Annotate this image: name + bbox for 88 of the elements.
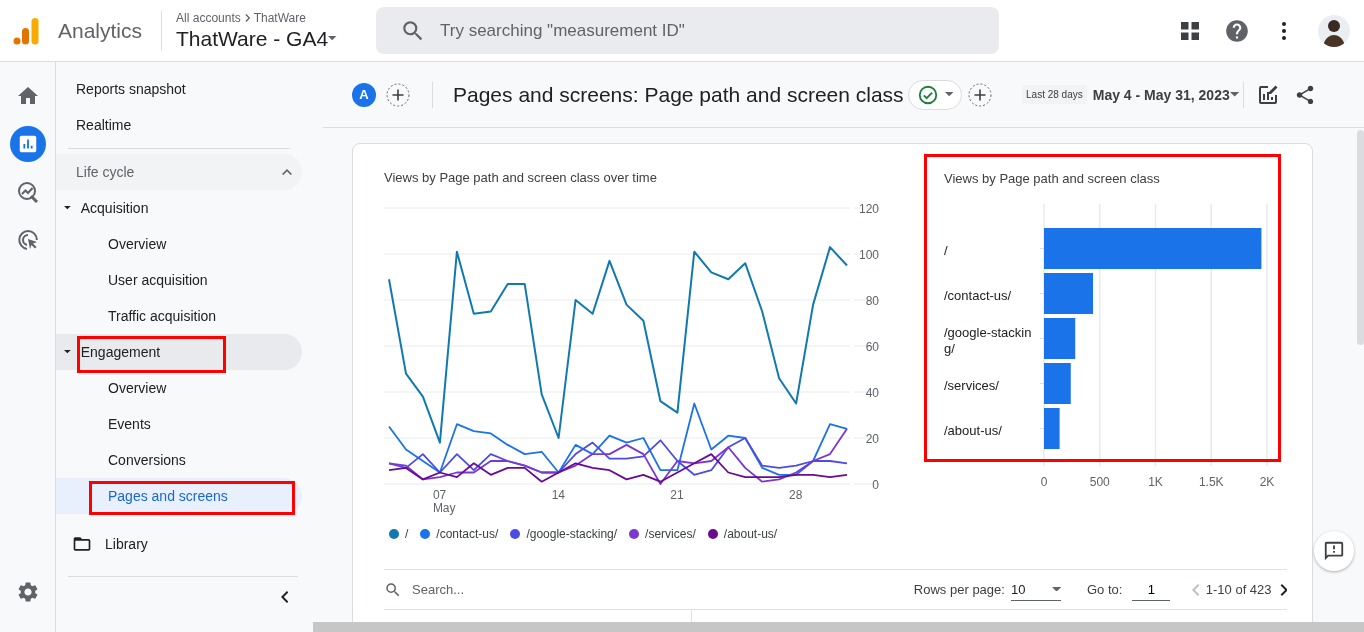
- plus-icon[interactable]: [386, 82, 410, 107]
- page-number-field[interactable]: 1: [1132, 578, 1171, 601]
- axis-label: 1K: [1148, 475, 1163, 489]
- section-header[interactable]: Life cycle: [56, 154, 302, 190]
- avatar[interactable]: [1318, 14, 1350, 47]
- axis-label: 100: [858, 248, 879, 262]
- axis-label: 120: [858, 202, 879, 216]
- rows-per-page-label: Rows per page:: [913, 582, 1005, 597]
- axis-label: 07: [432, 488, 447, 502]
- chevron-right-icon: [1279, 583, 1287, 596]
- axis-label: 1.5K: [1198, 475, 1224, 489]
- caret-icon: [1051, 586, 1061, 592]
- nav-rail-button[interactable]: [9, 126, 46, 162]
- nav-item[interactable]: Conversions: [56, 442, 302, 478]
- nav-group[interactable]: Acquisition: [56, 190, 302, 226]
- page-title: Pages and screens: Page path and screen class: [453, 82, 904, 107]
- bar: [1044, 273, 1094, 314]
- nav-item[interactable]: Realtime: [56, 107, 302, 143]
- axis-label: 28: [789, 488, 803, 502]
- page-range: 1-10 of 423: [1205, 582, 1272, 597]
- feedback-icon: [1323, 540, 1345, 562]
- nav-item[interactable]: Overview: [56, 226, 302, 262]
- nav-item[interactable]: User acquisition: [56, 262, 302, 298]
- nav-group[interactable]: Engagement: [56, 334, 302, 370]
- breadcrumb-link[interactable]: ThatWare: [253, 10, 306, 25]
- nav-item[interactable]: Traffic acquisition: [56, 298, 302, 334]
- caret-icon: [1229, 92, 1239, 97]
- axis-label: 20: [865, 432, 879, 446]
- category-label: /: [944, 241, 949, 260]
- category-label: /about-us/: [944, 421, 1003, 440]
- category-label: /contact-us/: [944, 286, 1013, 305]
- chart-title: Views by Page path and screen class: [944, 171, 1160, 187]
- legend-label: /contact-us/: [436, 526, 499, 542]
- help-icon[interactable]: [1224, 17, 1250, 44]
- go-to-label: Go to:: [1086, 582, 1123, 597]
- axis-label: 21: [670, 488, 684, 502]
- scrollbar[interactable]: [313, 622, 1364, 632]
- nav-item[interactable]: Library: [56, 526, 302, 562]
- axis-label: 500: [1089, 475, 1110, 489]
- search-icon: [384, 580, 402, 599]
- chart-title: Views by Page path and screen class over time: [384, 170, 658, 186]
- chevron-right-icon: [244, 13, 250, 22]
- bar: [1044, 318, 1076, 359]
- bar: [1044, 408, 1060, 449]
- nav-item[interactable]: Events: [56, 406, 302, 442]
- feedback-button[interactable]: [1314, 531, 1354, 571]
- next-page-button[interactable]: [1279, 583, 1287, 596]
- axis-label: 0: [872, 478, 879, 492]
- date-range-button[interactable]: May 4 - May 31, 2023: [1092, 86, 1239, 103]
- nav-item[interactable]: Reports snapshot: [56, 71, 302, 107]
- status-dropdown[interactable]: [907, 79, 962, 110]
- date-preset-label: Last 28 days: [1022, 85, 1087, 104]
- axis-label: May: [432, 501, 456, 515]
- legend-label: /about-us/: [723, 526, 778, 542]
- property-selector[interactable]: ThatWare - GA4: [176, 26, 363, 51]
- search-field[interactable]: Try searching "measurement ID": [376, 7, 1000, 54]
- nav-item[interactable]: Pages and screens: [56, 478, 302, 514]
- nav-item[interactable]: Overview: [56, 370, 302, 406]
- folder-icon: [72, 534, 92, 554]
- axis-label: 0: [1040, 475, 1048, 489]
- caret-icon: [944, 92, 953, 97]
- legend-label: /: [405, 526, 409, 542]
- rows-per-page-dropdown[interactable]: 10: [1010, 578, 1061, 601]
- chevron-left-icon[interactable]: [280, 591, 288, 603]
- logo-icon: [13, 16, 39, 45]
- bar: [1044, 363, 1071, 404]
- legend-label: /services/: [645, 526, 696, 542]
- check-circle-icon: [916, 83, 939, 106]
- axis-label: 40: [865, 386, 879, 400]
- comparison-badge[interactable]: A: [352, 82, 376, 107]
- breadcrumb-link[interactable]: All accounts: [176, 10, 241, 25]
- caret-down-icon: [64, 350, 71, 354]
- caret-down-icon: [64, 206, 71, 210]
- chevron-left-icon: [1192, 583, 1200, 596]
- cursor-click-icon: [15, 228, 40, 252]
- axis-label: 80: [865, 294, 879, 308]
- axis-label: 60: [865, 340, 879, 354]
- chevron-up-icon: [282, 168, 292, 176]
- axis-label: 2K: [1259, 475, 1275, 489]
- category-label: /google-stacking/: [944, 323, 1033, 358]
- plus-icon[interactable]: [968, 82, 992, 107]
- scrollbar[interactable]: [1357, 130, 1364, 345]
- trend-chart-icon: [15, 180, 40, 204]
- caret-icon: [328, 36, 337, 41]
- product-name: Analytics: [58, 18, 143, 43]
- legend-label: /google-stacking/: [526, 526, 618, 542]
- category-label: /services/: [944, 376, 1000, 395]
- axis-label: 14: [551, 488, 565, 502]
